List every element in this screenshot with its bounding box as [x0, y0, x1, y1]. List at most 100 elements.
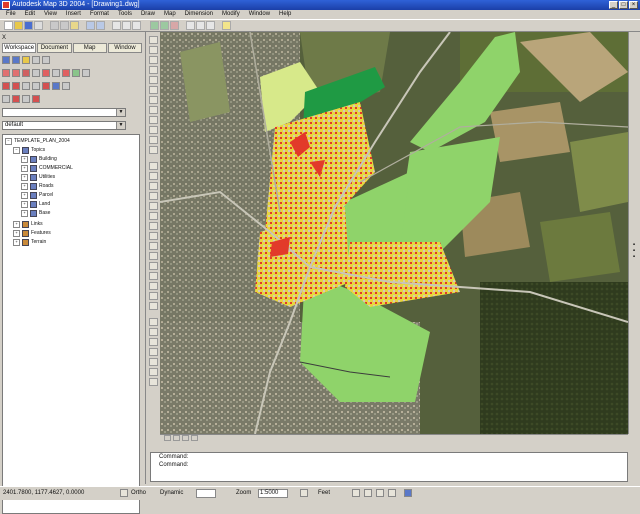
map-layer-icon[interactable]	[160, 21, 169, 30]
expand-icon[interactable]: +	[21, 164, 28, 172]
explode-tool-icon[interactable]	[149, 302, 158, 310]
arc-tool-icon[interactable]	[149, 76, 158, 84]
check-icon[interactable]	[72, 69, 80, 77]
layer-combo[interactable]: ▼	[2, 108, 126, 117]
expand-icon[interactable]: +	[13, 220, 20, 228]
status-tray-icon[interactable]	[404, 489, 412, 497]
fillet-tool-icon[interactable]	[149, 292, 158, 300]
array-tool-icon[interactable]	[149, 202, 158, 210]
first-tab-icon[interactable]	[164, 435, 171, 441]
dynamic-select[interactable]	[196, 489, 216, 498]
expand-icon[interactable]: +	[21, 209, 28, 217]
filter-icon[interactable]	[2, 95, 10, 103]
polyline-tool-icon[interactable]	[149, 46, 158, 54]
lock-icon[interactable]	[42, 82, 50, 90]
delete-icon[interactable]	[2, 69, 10, 77]
chevron-down-icon[interactable]: ▼	[116, 122, 125, 129]
expand-icon[interactable]: +	[13, 238, 20, 246]
id-tool-icon[interactable]	[149, 348, 158, 356]
map-query-icon[interactable]	[150, 21, 159, 30]
region-tool-icon[interactable]	[149, 136, 158, 144]
point-tool-icon[interactable]	[149, 116, 158, 124]
print-icon[interactable]	[34, 21, 43, 30]
options-icon[interactable]	[22, 95, 30, 103]
close-layer-icon[interactable]	[12, 69, 20, 77]
tab-window[interactable]: Window	[107, 43, 142, 53]
expand-icon[interactable]: +	[21, 182, 28, 190]
refresh-icon[interactable]	[32, 69, 40, 77]
menu-format[interactable]: Format	[90, 10, 109, 19]
menu-dimension[interactable]: Dimension	[185, 10, 213, 19]
command-line[interactable]: Command: Command:	[150, 452, 628, 482]
tree-item[interactable]: + Utilities	[21, 173, 55, 181]
stretch-tool-icon[interactable]	[149, 242, 158, 250]
pane-header[interactable]: X	[2, 34, 142, 42]
snap-label[interactable]: Ortho	[131, 488, 146, 498]
style-combo[interactable]: default ▼	[2, 121, 126, 130]
area-tool-icon[interactable]	[149, 328, 158, 336]
mark-icon[interactable]	[12, 95, 20, 103]
snap-toggle-icon[interactable]	[120, 489, 128, 497]
expand-icon[interactable]: +	[21, 191, 28, 199]
expand-icon[interactable]: +	[21, 173, 28, 181]
prev-tab-icon[interactable]	[173, 435, 180, 441]
circle-tool-icon[interactable]	[149, 86, 158, 94]
next-tab-icon[interactable]	[182, 435, 189, 441]
menu-map[interactable]: Map	[164, 10, 176, 19]
paste-icon[interactable]	[70, 21, 79, 30]
menu-tools[interactable]: Tools	[118, 10, 132, 19]
tree-item[interactable]: + Land	[21, 200, 50, 208]
move-tool-icon[interactable]	[149, 212, 158, 220]
line-tool-icon[interactable]	[149, 36, 158, 44]
extend-tool-icon[interactable]	[149, 262, 158, 270]
redo-icon[interactable]	[96, 21, 105, 30]
open-folder-icon[interactable]	[14, 21, 23, 30]
collapse-icon[interactable]: −	[5, 137, 12, 145]
lock-icon[interactable]	[300, 489, 308, 497]
hatch-tool-icon[interactable]	[149, 126, 158, 134]
new-file-icon[interactable]	[4, 21, 13, 30]
menu-draw[interactable]: Draw	[141, 10, 155, 19]
activate-icon[interactable]	[22, 82, 30, 90]
deactivate-icon[interactable]	[32, 82, 40, 90]
menu-modify[interactable]: Modify	[222, 10, 240, 19]
spline-tool-icon[interactable]	[149, 96, 158, 104]
attach-icon[interactable]	[2, 82, 10, 90]
maximize-button[interactable]: □	[619, 1, 628, 9]
pan-icon[interactable]	[112, 21, 121, 30]
erase-tool-icon[interactable]	[149, 162, 158, 170]
map-topology-icon[interactable]	[170, 21, 179, 30]
close-button[interactable]: ×	[629, 1, 638, 9]
undo-icon[interactable]	[86, 21, 95, 30]
tree-section[interactable]: + Links	[13, 220, 43, 228]
scale-select[interactable]: 1:5000	[258, 489, 288, 498]
tree-section[interactable]: + Features	[13, 229, 51, 237]
collapse-icon[interactable]: −	[13, 146, 20, 154]
break-tool-icon[interactable]	[149, 272, 158, 280]
tree-topics[interactable]: − Topics	[13, 146, 45, 154]
chamfer-tool-icon[interactable]	[149, 282, 158, 290]
save-icon[interactable]	[24, 21, 33, 30]
tab-workspace[interactable]: Workspace	[2, 43, 37, 53]
copy-tool-icon[interactable]	[149, 172, 158, 180]
measure-tool-icon[interactable]	[149, 318, 158, 326]
tree-section[interactable]: + Terrain	[13, 238, 46, 246]
pin-icon[interactable]	[62, 69, 70, 77]
tab-document[interactable]: Document	[37, 43, 72, 53]
rotate-tool-icon[interactable]	[149, 222, 158, 230]
ellipse-tool-icon[interactable]	[149, 106, 158, 114]
menu-view[interactable]: View	[44, 10, 57, 19]
table-icon[interactable]	[42, 56, 50, 64]
rectangle-tool-icon[interactable]	[149, 66, 158, 74]
snap-tool-icon[interactable]	[149, 368, 158, 376]
last-tab-icon[interactable]	[191, 435, 198, 441]
tree-item[interactable]: + Parcel	[21, 191, 53, 199]
zoom-icon[interactable]	[122, 21, 131, 30]
minimize-button[interactable]: _	[609, 1, 618, 9]
status-tray-icon[interactable]	[364, 489, 372, 497]
link-icon[interactable]	[52, 82, 60, 90]
menu-help[interactable]: Help	[279, 10, 291, 19]
offset-tool-icon[interactable]	[149, 192, 158, 200]
grid-tool-icon[interactable]	[149, 378, 158, 386]
query-icon[interactable]	[52, 69, 60, 77]
